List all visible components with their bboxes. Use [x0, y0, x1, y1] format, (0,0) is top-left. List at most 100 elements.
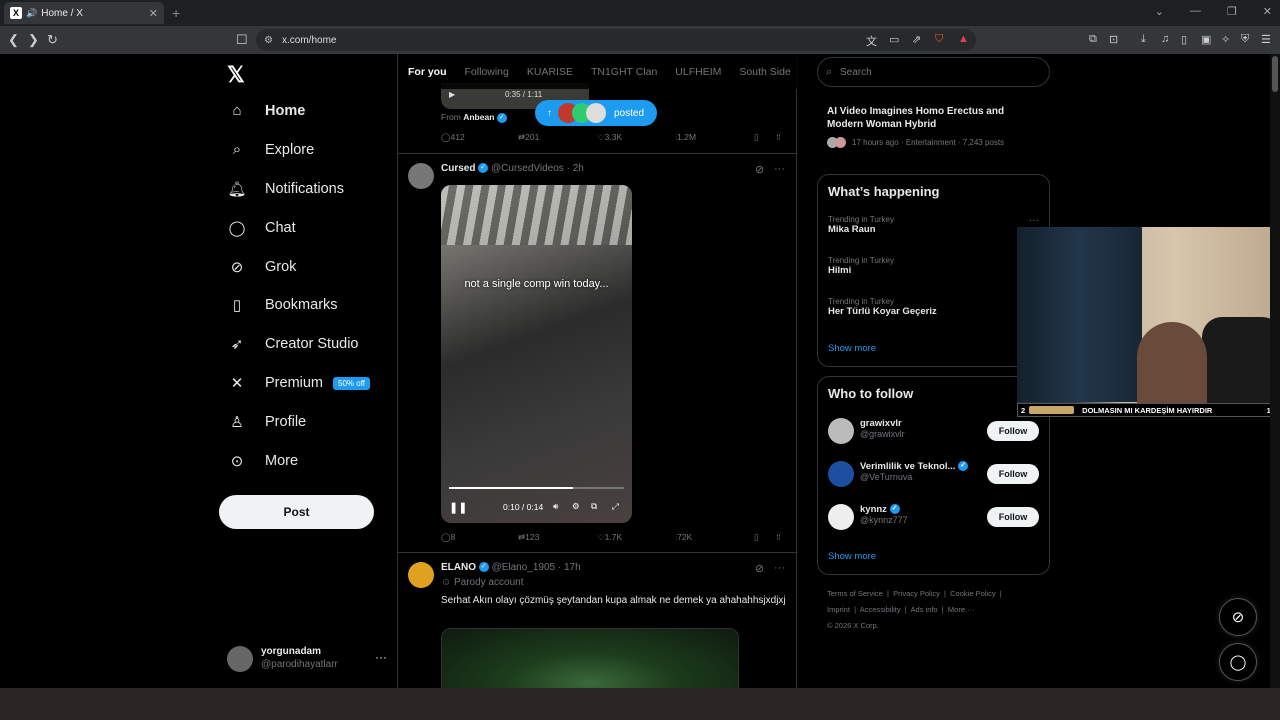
share-button[interactable]: ⇧ — [775, 532, 782, 543]
show-more-link[interactable]: Show more — [828, 551, 876, 562]
like-button[interactable]: ♡ 1.7K — [597, 532, 622, 543]
x-logo-icon[interactable]: 𝕏 — [227, 62, 245, 88]
more-dots-icon[interactable]: ··· — [774, 562, 785, 574]
repost-button[interactable]: ⇄ 123 — [518, 532, 539, 543]
vpn-icon[interactable]: ⛨ — [1241, 33, 1249, 46]
menu-icon[interactable]: ☰ — [1261, 33, 1271, 46]
nav-creator-studio[interactable]: ➶ Creator Studio — [227, 335, 359, 353]
video-progress[interactable] — [449, 487, 624, 489]
follow-button[interactable]: Follow — [987, 464, 1039, 484]
brave-rewards-icon[interactable]: ▲ — [958, 33, 969, 45]
nav-profile[interactable]: ♙ Profile — [227, 413, 306, 431]
repost-button[interactable]: ⇄ 201 — [518, 132, 539, 143]
leo-ai-icon[interactable]: ✧ — [1221, 33, 1230, 46]
news-item[interactable]: AI Video Imagines Homo Erectus and Moder… — [827, 105, 1042, 148]
avatar[interactable] — [408, 163, 434, 189]
translate-icon[interactable]: 文 — [866, 33, 877, 49]
post-button[interactable]: Post — [219, 495, 374, 529]
browser-tab[interactable]: X 🔊 Home / X ✕ — [4, 2, 164, 24]
more-dots-icon[interactable]: ··· — [1029, 215, 1039, 226]
bookmark-page-icon[interactable]: ☐ — [236, 32, 248, 48]
maximize-icon[interactable]: ❐ — [1227, 5, 1237, 18]
tab-south-side[interactable]: South Side — [739, 66, 790, 78]
pip-icon[interactable]: ⧉ — [591, 501, 597, 512]
new-tab-button[interactable]: + — [172, 5, 180, 21]
nav-notifications[interactable]: 🔔︎ Notifications — [227, 180, 344, 198]
footer-link[interactable]: Imprint — [827, 605, 850, 614]
tab-tn1ght-clan[interactable]: TN1GHT Clan — [591, 66, 657, 78]
reader-icon[interactable]: ▭ — [889, 33, 899, 46]
footer-link[interactable]: Accessibility — [860, 605, 901, 614]
reload-icon[interactable]: ↻ — [47, 32, 58, 48]
account-switcher[interactable]: yorgunadam @parodihayatlarr ··· — [227, 644, 387, 676]
minimize-icon[interactable]: — — [1190, 5, 1201, 18]
site-info-icon[interactable]: ⚙ — [264, 35, 273, 46]
search-input[interactable]: ⌕ Search — [817, 57, 1050, 87]
trend-item[interactable]: Trending in Turkey Her Türlü Koyar Geçer… — [828, 297, 937, 317]
new-posts-pill[interactable]: ↑ posted — [535, 100, 657, 126]
brave-shield-icon[interactable]: ⛉ — [935, 33, 943, 46]
author-name[interactable]: Cursed — [441, 163, 475, 174]
tab-following[interactable]: Following — [465, 66, 509, 78]
follow-button[interactable]: Follow — [987, 421, 1039, 441]
suggested-account[interactable]: kynnz ✓ @kynnz777 — [860, 504, 908, 525]
share-icon[interactable]: ⇗ — [912, 33, 921, 46]
bookmark-button[interactable]: ▯ — [754, 532, 759, 543]
footer-link[interactable]: Privacy Policy — [893, 589, 940, 598]
tab-search-icon[interactable]: ⌄ — [1155, 5, 1164, 18]
author-handle[interactable]: @Elano_1905 — [492, 562, 556, 573]
nav-chat[interactable]: ◯ Chat — [227, 219, 296, 237]
footer-link[interactable]: Ads info — [911, 605, 938, 614]
chat-fab-icon[interactable]: ◯ — [1219, 643, 1257, 681]
tab-ulfheim[interactable]: ULFHEIM — [675, 66, 721, 78]
tab-for-you[interactable]: For you — [408, 66, 447, 78]
page-scrollbar[interactable] — [1270, 54, 1280, 688]
pause-icon[interactable]: ❚❚ — [449, 501, 467, 514]
suggested-account[interactable]: grawixvlr @grawixvlr — [860, 418, 905, 439]
footer-link[interactable]: Terms of Service — [827, 589, 883, 598]
back-icon[interactable]: ❮ — [8, 32, 19, 48]
nav-home[interactable]: ⌂ Home — [227, 102, 305, 119]
share-button[interactable]: ⇧ — [775, 132, 782, 143]
more-dots-icon[interactable]: ··· — [774, 163, 785, 175]
reply-button[interactable]: ◯ 412 — [441, 132, 465, 143]
nav-explore[interactable]: ⌕ Explore — [227, 141, 314, 158]
tab-kuarise[interactable]: KUARISE — [527, 66, 573, 78]
trend-item[interactable]: Trending in Turkey Hilmi — [828, 256, 894, 276]
scrollbar-thumb[interactable] — [1272, 56, 1278, 92]
footer-link[interactable]: More ··· — [948, 605, 975, 614]
close-tab-icon[interactable]: ✕ — [149, 7, 158, 20]
footer-link[interactable]: Cookie Policy — [950, 589, 995, 598]
reply-button[interactable]: ◯ 8 — [441, 532, 455, 543]
source-name[interactable]: Anbean — [463, 112, 494, 122]
forward-icon[interactable]: ❯ — [28, 32, 39, 48]
grok-icon[interactable]: ⊘ — [755, 163, 764, 176]
music-icon[interactable]: ♫ — [1161, 33, 1169, 45]
nav-grok[interactable]: ⊘ Grok — [227, 258, 297, 276]
play-icon[interactable]: ▶ — [449, 90, 455, 99]
show-more-link[interactable]: Show more — [828, 343, 876, 354]
suggested-account[interactable]: Verimlilik ve Teknol... ✓ @VeTurnuva — [860, 461, 969, 482]
wallet-icon[interactable]: ▣ — [1201, 33, 1211, 46]
bookmark-button[interactable]: ▯ — [754, 132, 759, 143]
author-name[interactable]: ELANO — [441, 562, 476, 573]
sidebar-toggle-icon[interactable]: ▯ — [1181, 33, 1187, 46]
post-video[interactable]: not a single comp win today... ❚❚ 0:10 /… — [441, 185, 632, 523]
avatar[interactable] — [828, 418, 854, 444]
nav-bookmarks[interactable]: ▯ Bookmarks — [227, 296, 338, 314]
trend-item[interactable]: Trending in Turkey Mika Raun — [828, 215, 894, 235]
avatar[interactable] — [828, 461, 854, 487]
nav-premium[interactable]: ✕ Premium 50% off — [227, 374, 370, 392]
grok-fab-icon[interactable]: ⊘ — [1219, 598, 1257, 636]
volume-icon[interactable]: 🔊︎ — [553, 501, 558, 512]
nav-more[interactable]: ⊙ More — [227, 452, 298, 470]
follow-button[interactable]: Follow — [987, 507, 1039, 527]
avatar[interactable] — [828, 504, 854, 530]
grok-icon[interactable]: ⊘ — [755, 562, 764, 575]
download-icon[interactable]: ⤓ — [1141, 33, 1146, 46]
fullscreen-icon[interactable]: ⤢ — [612, 501, 619, 512]
views-button[interactable]: ⫶ 1.2M — [675, 132, 696, 143]
tab-capture-icon[interactable]: ⊡ — [1109, 33, 1118, 46]
post-image[interactable] — [441, 628, 739, 688]
avatar[interactable] — [408, 562, 434, 588]
